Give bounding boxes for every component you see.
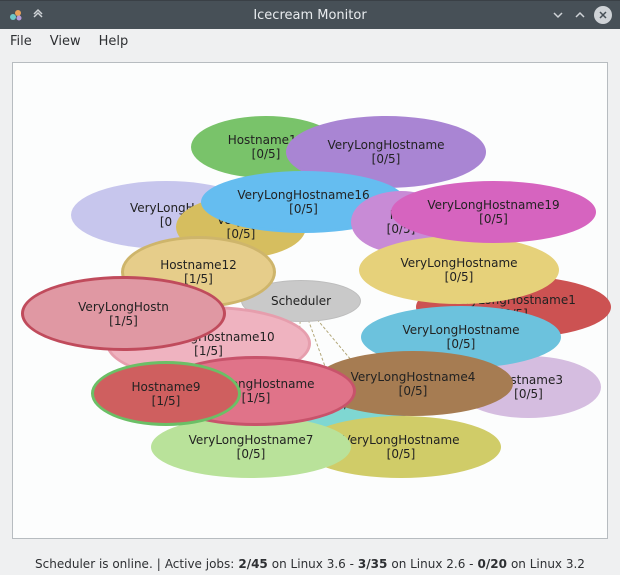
star-view[interactable]: SchedulerHostname15[0/5]VeryLongHostname…	[13, 63, 607, 538]
status-jobs-1-tail: on Linux 3.6 -	[272, 557, 354, 571]
scheduler-label: Scheduler	[271, 294, 331, 308]
status-jobs-2: 3/35	[358, 557, 387, 571]
app-icon	[8, 7, 24, 23]
host-label: VeryLongHostn	[78, 300, 169, 314]
host-count: [0/5]	[237, 447, 266, 461]
status-separator: |	[157, 557, 161, 571]
status-active-label: Active jobs:	[165, 557, 235, 571]
canvas-frame: SchedulerHostname15[0/5]VeryLongHostname…	[12, 62, 608, 539]
host-node[interactable]: VeryLongHostn[1/5]	[21, 276, 226, 351]
host-count: [0	[160, 215, 172, 229]
status-jobs-2-tail: on Linux 2.6 -	[391, 557, 473, 571]
minimize-icon[interactable]	[550, 7, 566, 23]
window-title: Icecream Monitor	[0, 8, 620, 23]
titlebar: Icecream Monitor	[0, 0, 620, 29]
close-icon[interactable]	[594, 6, 612, 24]
host-count: [1/5]	[194, 344, 223, 358]
host-label: VeryLongHostname	[327, 138, 444, 152]
host-count: [1/5]	[109, 314, 138, 328]
host-label: VeryLongHostname7	[189, 433, 314, 447]
menu-view[interactable]: View	[50, 34, 81, 49]
host-node[interactable]: VeryLongHostname[0/5]	[359, 236, 559, 304]
host-label: Hostname9	[132, 380, 201, 394]
host-count: [0/5]	[479, 212, 508, 226]
host-label: VeryLongHostname19	[427, 198, 559, 212]
host-count: [0/5]	[447, 337, 476, 351]
host-count: [0/5]	[399, 384, 428, 398]
host-count: [0/5]	[289, 202, 318, 216]
menubar: File View Help	[0, 29, 620, 54]
host-count: [0/5]	[445, 270, 474, 284]
host-node[interactable]: Hostname9[1/5]	[91, 361, 241, 426]
host-node[interactable]: VeryLongHostname19[0/5]	[391, 181, 596, 243]
host-label: VeryLongHostname	[342, 433, 459, 447]
host-label: VeryLongHostname16	[237, 188, 369, 202]
status-scheduler: Scheduler is online.	[35, 557, 153, 571]
host-label: Hostname12	[160, 258, 237, 272]
host-count: [0/5]	[387, 447, 416, 461]
status-jobs-1: 2/45	[238, 557, 267, 571]
status-jobs-3-tail: on Linux 3.2	[511, 557, 585, 571]
maximize-icon[interactable]	[572, 7, 588, 23]
host-count: [1/5]	[242, 391, 271, 405]
menu-help[interactable]: Help	[99, 34, 129, 49]
host-label: VeryLongHostname	[402, 323, 519, 337]
statusbar: Scheduler is online. | Active jobs: 2/45…	[0, 553, 620, 575]
host-count: [0/5]	[252, 147, 281, 161]
host-count: [0/5]	[514, 387, 543, 401]
pin-icon[interactable]	[30, 7, 46, 23]
host-count: [0/5]	[372, 152, 401, 166]
host-label: VeryLongHostname	[400, 256, 517, 270]
menu-file[interactable]: File	[10, 34, 32, 49]
host-label: VeryLongHostname4	[351, 370, 476, 384]
host-count: [1/5]	[152, 394, 181, 408]
status-jobs-3: 0/20	[478, 557, 507, 571]
